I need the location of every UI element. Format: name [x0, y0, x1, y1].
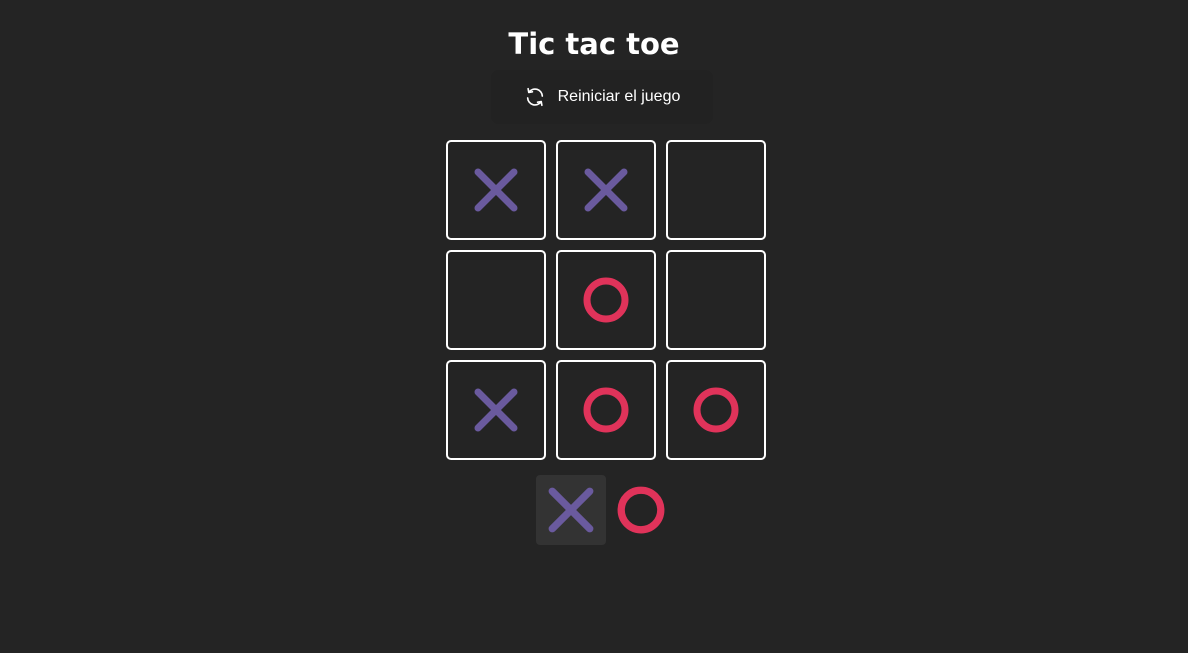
- board-cell[interactable]: [666, 250, 766, 350]
- reset-game-button[interactable]: Reiniciar el juego: [491, 70, 713, 124]
- board-cell[interactable]: [446, 360, 546, 460]
- board-cell[interactable]: [666, 140, 766, 240]
- game-page: Tic tac toe Reiniciar el juego: [0, 0, 1188, 653]
- board-cell[interactable]: [556, 140, 656, 240]
- game-board: [446, 140, 766, 460]
- turn-o-indicator: [606, 475, 676, 545]
- x-mark-icon: [474, 388, 518, 432]
- turn-x-indicator: [536, 475, 606, 545]
- o-mark-icon: [583, 277, 629, 323]
- board-cell[interactable]: [556, 250, 656, 350]
- o-mark-icon: [583, 387, 629, 433]
- x-mark-icon: [584, 168, 628, 212]
- x-mark-icon: [548, 487, 594, 533]
- reset-game-label: Reiniciar el juego: [557, 88, 681, 105]
- board-cell[interactable]: [446, 140, 546, 240]
- board-cell[interactable]: [556, 360, 656, 460]
- turn-indicator: [536, 475, 676, 545]
- board-cell[interactable]: [666, 360, 766, 460]
- x-mark-icon: [474, 168, 518, 212]
- refresh-icon: [524, 86, 546, 108]
- o-mark-icon: [693, 387, 739, 433]
- page-title: Tic tac toe: [508, 27, 680, 61]
- o-mark-icon: [617, 486, 665, 534]
- board-cell[interactable]: [446, 250, 546, 350]
